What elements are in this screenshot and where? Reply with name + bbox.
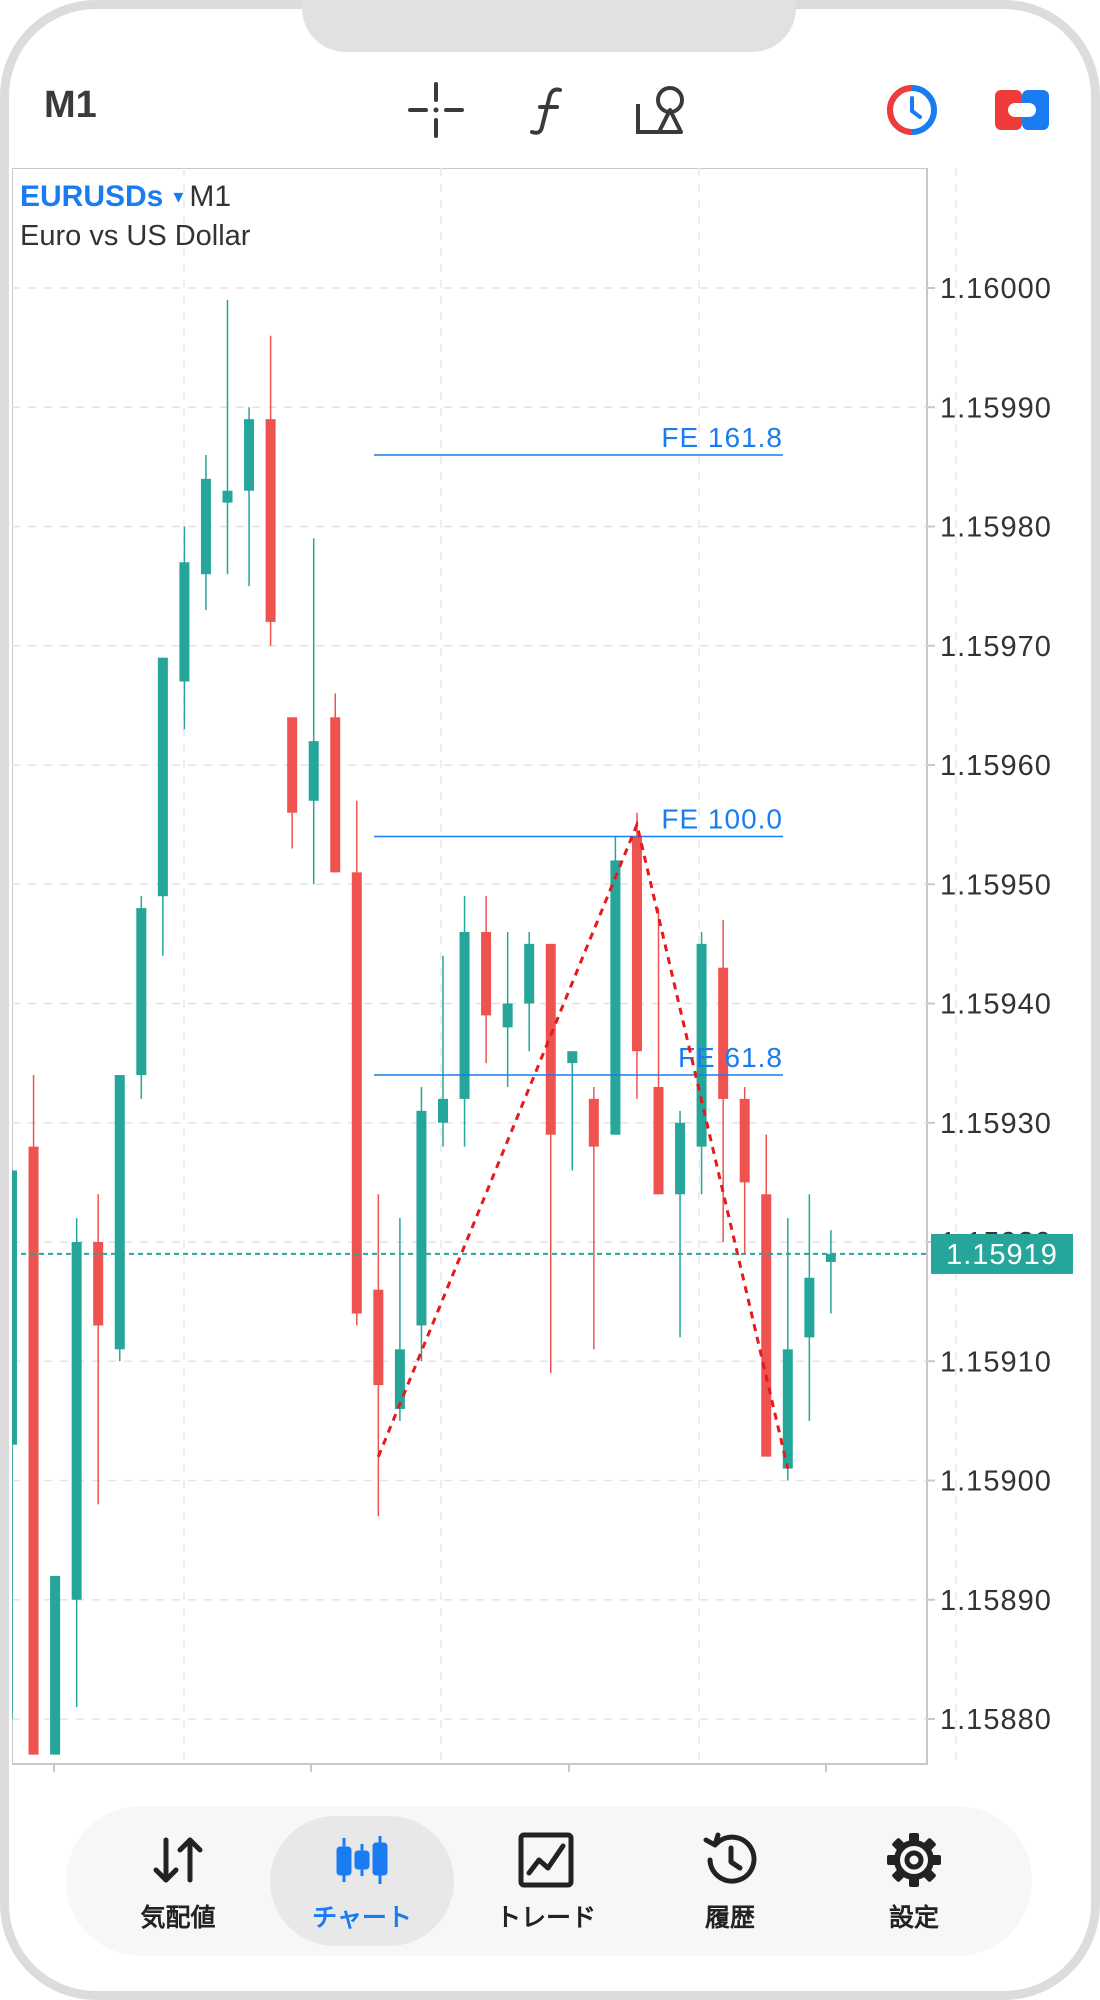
- candle-body[interactable]: [718, 968, 728, 1099]
- nav-label-trade: トレード: [495, 1904, 596, 1932]
- y-tick-label: 1.15930: [940, 1108, 1052, 1140]
- nav-trade[interactable]: トレード: [454, 1816, 638, 1946]
- nav-history[interactable]: 履歴: [638, 1816, 822, 1946]
- candle-body[interactable]: [589, 1099, 599, 1147]
- y-tick-label: 1.16000: [940, 273, 1052, 305]
- candle-body[interactable]: [50, 1576, 60, 1755]
- nav-chart[interactable]: チャート: [270, 1816, 454, 1946]
- y-tick-label: 1.15900: [940, 1466, 1052, 1498]
- price-chart[interactable]: 1.16000 1.15990 1.15980 1.15970 1.15960 1.159…: [12, 168, 1100, 1772]
- candle-body[interactable]: [675, 1123, 685, 1195]
- candle-body[interactable]: [438, 1099, 448, 1123]
- candle-body[interactable]: [12, 1170, 17, 1444]
- y-tick-label: 1.15990: [940, 392, 1052, 424]
- settings-icon: [887, 1833, 941, 1887]
- candle-body[interactable]: [158, 658, 168, 897]
- candle-body[interactable]: [395, 1349, 405, 1409]
- candlestick-chart[interactable]: 1.16000 1.15990 1.15980 1.15970 1.15960 1.159…: [12, 168, 1100, 1772]
- candle-body[interactable]: [201, 479, 211, 574]
- nav-label-chart: チャート: [312, 1904, 412, 1932]
- candle-body[interactable]: [266, 419, 276, 622]
- fib-level-label: FE 61.8: [678, 1042, 783, 1073]
- y-tick-label: 1.15980: [940, 512, 1052, 544]
- candle-body[interactable]: [610, 860, 620, 1134]
- x-tick-label: 24 Mar 14:02: [62, 1769, 251, 1772]
- x-tick-label: 24 Mar 14:26: [577, 1769, 766, 1772]
- timeframe-button[interactable]: M1: [44, 84, 97, 127]
- candle-body[interactable]: [287, 717, 297, 812]
- y-tick-label: 1.15950: [940, 869, 1052, 901]
- nav-quotes[interactable]: 気配値: [86, 1816, 270, 1946]
- one-click-trading-icon[interactable]: [882, 80, 942, 140]
- device-notch: [302, 0, 796, 52]
- symbol-dropdown-icon[interactable]: ▾: [173, 186, 183, 208]
- candle-body[interactable]: [740, 1099, 750, 1182]
- quotes-icon: [153, 1837, 203, 1883]
- candle-body[interactable]: [804, 1278, 814, 1338]
- crosshair-icon[interactable]: [406, 80, 466, 140]
- bottom-navigation: 気配値 チャート トレード 履歴 設定: [66, 1806, 1032, 1956]
- candle-body[interactable]: [179, 562, 189, 681]
- y-tick-label: 1.15940: [940, 989, 1052, 1021]
- candle-body[interactable]: [352, 872, 362, 1313]
- candle-body[interactable]: [416, 1111, 426, 1326]
- account-toggle-icon[interactable]: [992, 80, 1052, 140]
- objects-icon[interactable]: [632, 80, 692, 140]
- y-tick-label: 1.15960: [940, 750, 1052, 782]
- fib-level-label: FE 161.8: [661, 422, 783, 453]
- symbol-description: Euro vs US Dollar: [20, 220, 251, 252]
- fib-level-label: FE 100.0: [661, 804, 783, 835]
- candle-body[interactable]: [244, 419, 254, 491]
- candle-body[interactable]: [654, 1087, 664, 1194]
- x-tick-label: 24 Mar 14:38: [834, 1769, 1023, 1772]
- nav-settings[interactable]: 設定: [822, 1816, 1006, 1946]
- indicators-icon[interactable]: [518, 80, 578, 140]
- candle-body[interactable]: [503, 1004, 513, 1028]
- symbol-timeframe: M1: [189, 180, 232, 213]
- candle-body[interactable]: [330, 717, 340, 872]
- candle-body[interactable]: [72, 1242, 82, 1600]
- candle-body[interactable]: [761, 1194, 771, 1456]
- candle-body[interactable]: [309, 741, 319, 801]
- y-tick-label: 1.15910: [940, 1346, 1052, 1378]
- y-tick-label: 1.15890: [940, 1585, 1052, 1617]
- trade-icon: [518, 1832, 574, 1888]
- symbol-name[interactable]: EURUSDs: [20, 180, 163, 213]
- nav-label-quotes: 気配値: [140, 1904, 216, 1932]
- chart-icon: [336, 1836, 388, 1884]
- candle-body[interactable]: [115, 1075, 125, 1349]
- x-tick-label: 24 Mar 14:14: [319, 1769, 508, 1772]
- candle-body[interactable]: [546, 944, 556, 1135]
- candle-body[interactable]: [29, 1147, 39, 1755]
- candle-body[interactable]: [460, 932, 470, 1099]
- current-price-label: 1.15919: [946, 1239, 1058, 1271]
- candle-body[interactable]: [373, 1290, 383, 1385]
- nav-label-history: 履歴: [704, 1904, 755, 1932]
- y-tick-label: 1.15970: [940, 631, 1052, 663]
- y-tick-label: 1.15880: [940, 1704, 1052, 1736]
- candle-body[interactable]: [826, 1254, 836, 1262]
- symbol-header[interactable]: EURUSDs ▾ M1: [20, 180, 231, 214]
- candle-body[interactable]: [524, 944, 534, 1004]
- candle-body[interactable]: [567, 1051, 577, 1063]
- candle-body[interactable]: [223, 491, 233, 503]
- history-icon: [703, 1832, 757, 1884]
- candle-body[interactable]: [481, 932, 491, 1015]
- candle-body[interactable]: [632, 837, 642, 1052]
- chart-toolbar: M1: [0, 60, 1100, 160]
- candle-body[interactable]: [136, 908, 146, 1075]
- nav-label-settings: 設定: [888, 1904, 939, 1932]
